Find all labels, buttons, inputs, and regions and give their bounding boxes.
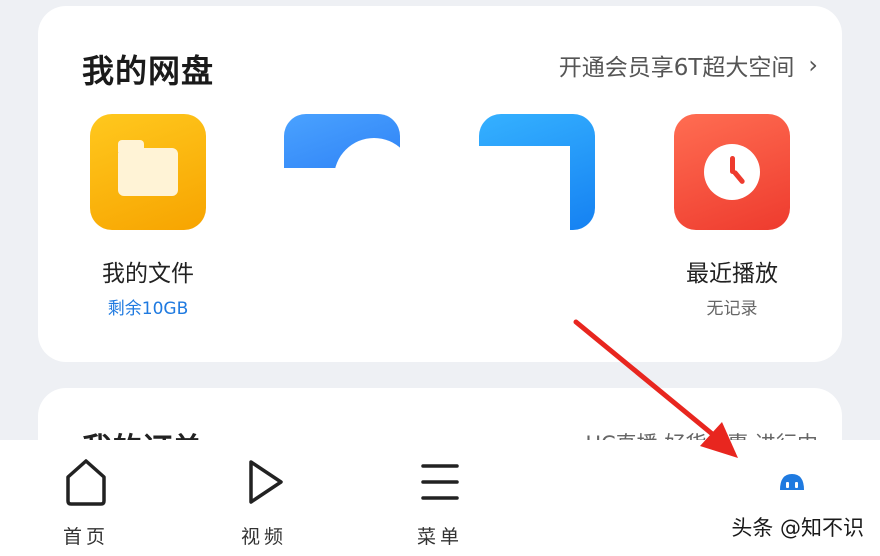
watermark-text: 头条 @知不识	[731, 516, 864, 540]
red-arrow-annotation	[573, 319, 738, 458]
